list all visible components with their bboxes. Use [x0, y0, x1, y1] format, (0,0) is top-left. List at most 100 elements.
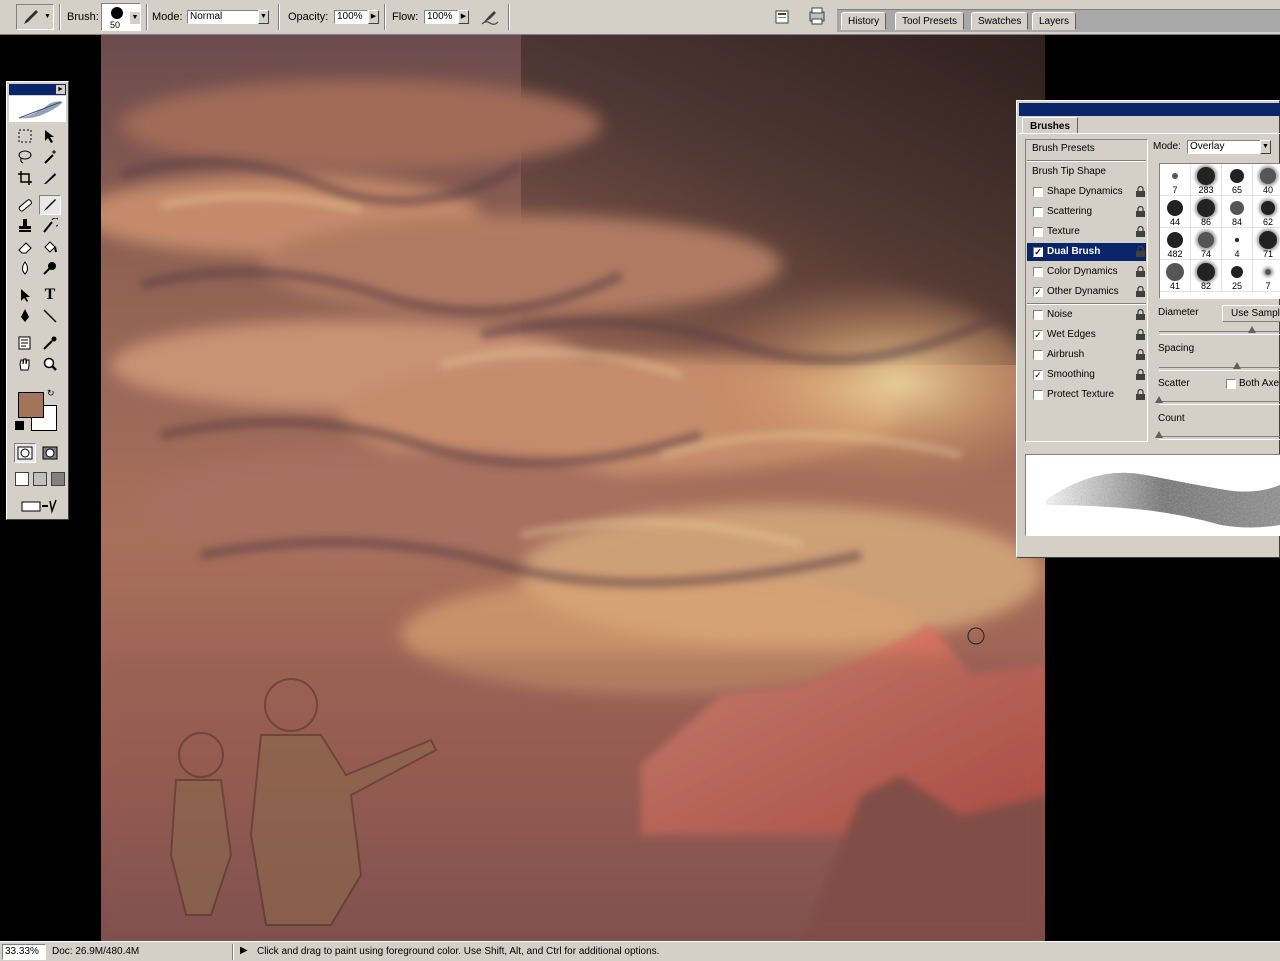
slider-thumb[interactable]	[1155, 431, 1163, 438]
toolbox-titlebar[interactable]: ►	[9, 84, 66, 95]
brush-setting-texture[interactable]: Texture	[1027, 223, 1146, 241]
lock-icon[interactable]	[1135, 205, 1146, 218]
flow-field[interactable]: 100% ▶	[424, 10, 470, 24]
notes-tool[interactable]	[14, 333, 36, 353]
zoom-field[interactable]: 33.33%	[2, 944, 46, 960]
brush-tip[interactable]: 44	[1160, 196, 1191, 228]
checkbox[interactable]	[1033, 187, 1043, 197]
brush-setting-smoothing[interactable]: ✓ Smoothing	[1027, 366, 1146, 384]
default-colors-icon[interactable]	[15, 421, 24, 430]
history-brush-tool[interactable]	[39, 216, 61, 236]
brush-setting-shape-dynamics[interactable]: Shape Dynamics	[1027, 183, 1146, 201]
chevron-down-icon[interactable]: ▼	[258, 10, 269, 24]
brush-tip[interactable]: 25	[1222, 260, 1253, 292]
slider-thumb[interactable]	[1248, 326, 1256, 333]
slider-thumb[interactable]	[1233, 362, 1241, 369]
count-slider[interactable]	[1155, 431, 1280, 440]
foreground-color-swatch[interactable]	[18, 392, 44, 418]
brushes-titlebar[interactable]	[1019, 103, 1280, 116]
diameter-slider[interactable]	[1159, 326, 1280, 335]
both-axes-checkbox[interactable]	[1226, 379, 1236, 389]
chevron-down-icon[interactable]: ▼	[130, 12, 140, 24]
lock-icon[interactable]	[1135, 388, 1146, 401]
checkbox[interactable]: ✓	[1033, 370, 1043, 380]
marquee-tool[interactable]	[14, 126, 36, 146]
checkbox[interactable]: ✓	[1033, 287, 1043, 297]
pen-tool[interactable]	[14, 306, 36, 326]
brush-tip[interactable]: 62	[1253, 196, 1280, 228]
scatter-slider[interactable]	[1155, 396, 1280, 405]
brush-tip[interactable]: 41	[1160, 260, 1191, 292]
hand-tool[interactable]	[14, 354, 36, 374]
brush-picker[interactable]: 50 ▼	[101, 3, 141, 31]
paint-bucket-tool[interactable]	[39, 237, 61, 257]
brush-setting-brush-tip-shape[interactable]: Brush Tip Shape	[1027, 163, 1146, 181]
brush-tip[interactable]: 84	[1222, 196, 1253, 228]
lock-icon[interactable]	[1135, 368, 1146, 381]
use-sample-size-button[interactable]: Use Sample	[1222, 305, 1280, 322]
eraser-tool[interactable]	[14, 237, 36, 257]
zoom-tool[interactable]	[39, 354, 61, 374]
full-screen-menu-mode-button[interactable]	[33, 472, 47, 486]
tab-brushes[interactable]: Brushes	[1022, 117, 1079, 134]
lock-icon[interactable]	[1135, 348, 1146, 361]
brush-setting-noise[interactable]: Noise	[1027, 306, 1146, 324]
brush-tip[interactable]: 4	[1222, 228, 1253, 260]
checkbox[interactable]	[1033, 310, 1043, 320]
checkbox[interactable]	[1033, 390, 1043, 400]
document-canvas[interactable]	[101, 35, 1045, 941]
airbrush-toggle[interactable]	[478, 6, 502, 28]
line-tool[interactable]	[39, 306, 61, 326]
opacity-field[interactable]: 100% ▶	[334, 10, 380, 24]
lock-icon[interactable]	[1135, 185, 1146, 198]
quick-mask-button[interactable]	[39, 443, 61, 463]
slider-thumb[interactable]	[1155, 396, 1163, 403]
swap-colors-icon[interactable]: ↻	[47, 388, 55, 399]
tool-preset-picker[interactable]: ▼	[16, 4, 54, 30]
status-menu-arrow-icon[interactable]: ▶	[240, 945, 248, 956]
path-selection-tool[interactable]	[14, 285, 36, 305]
tab-tool-presets[interactable]: Tool Presets	[895, 12, 965, 30]
chevron-right-icon[interactable]: ▶	[458, 10, 469, 24]
full-screen-mode-button[interactable]	[51, 472, 65, 486]
close-icon[interactable]: ►	[56, 85, 65, 94]
brush-setting-airbrush[interactable]: Airbrush	[1027, 346, 1146, 364]
checkbox[interactable]	[1033, 207, 1043, 217]
lock-icon[interactable]	[1135, 245, 1146, 258]
brush-setting-protect-texture[interactable]: Protect Texture	[1027, 386, 1146, 404]
checkbox[interactable]: ✓	[1033, 247, 1043, 257]
tab-layers[interactable]: Layers	[1032, 12, 1077, 30]
move-tool[interactable]	[39, 126, 61, 146]
lock-icon[interactable]	[1135, 225, 1146, 238]
lock-icon[interactable]	[1135, 285, 1146, 298]
adobe-online-button[interactable]	[9, 96, 66, 122]
brush-tip[interactable]: 74	[1191, 228, 1222, 260]
slice-tool[interactable]	[39, 168, 61, 188]
brush-setting-dual-brush[interactable]: ✓ Dual Brush	[1027, 243, 1146, 261]
chevron-right-icon[interactable]: ▶	[368, 10, 379, 24]
jump-to-imageready-button[interactable]	[15, 496, 61, 516]
tab-history[interactable]: History	[841, 12, 887, 30]
brush-tip[interactable]: 86	[1191, 196, 1222, 228]
brush-setting-brush-presets[interactable]: Brush Presets	[1027, 140, 1146, 158]
spacing-slider[interactable]	[1159, 362, 1280, 371]
brush-tip[interactable]: 482	[1160, 228, 1191, 260]
chevron-down-icon[interactable]: ▼	[1260, 140, 1271, 154]
brush-setting-color-dynamics[interactable]: Color Dynamics	[1027, 263, 1146, 281]
brush-setting-wet-edges[interactable]: ✓ Wet Edges	[1027, 326, 1146, 344]
brush-tip[interactable]: 7	[1160, 164, 1191, 196]
checkbox[interactable]	[1033, 350, 1043, 360]
lock-icon[interactable]	[1135, 308, 1146, 321]
standard-screen-mode-button[interactable]	[15, 472, 29, 486]
checkbox[interactable]	[1033, 227, 1043, 237]
tab-swatches[interactable]: Swatches	[971, 12, 1029, 30]
crop-tool[interactable]	[14, 168, 36, 188]
blur-tool[interactable]	[14, 258, 36, 278]
eyedropper-tool[interactable]	[39, 333, 61, 353]
magic-wand-tool[interactable]	[39, 147, 61, 167]
file-browser-button[interactable]	[773, 8, 791, 26]
brush-tip[interactable]: 7	[1253, 260, 1280, 292]
brush-tip[interactable]: 82	[1191, 260, 1222, 292]
dodge-tool[interactable]	[39, 258, 61, 278]
type-tool[interactable]: T	[39, 285, 61, 305]
